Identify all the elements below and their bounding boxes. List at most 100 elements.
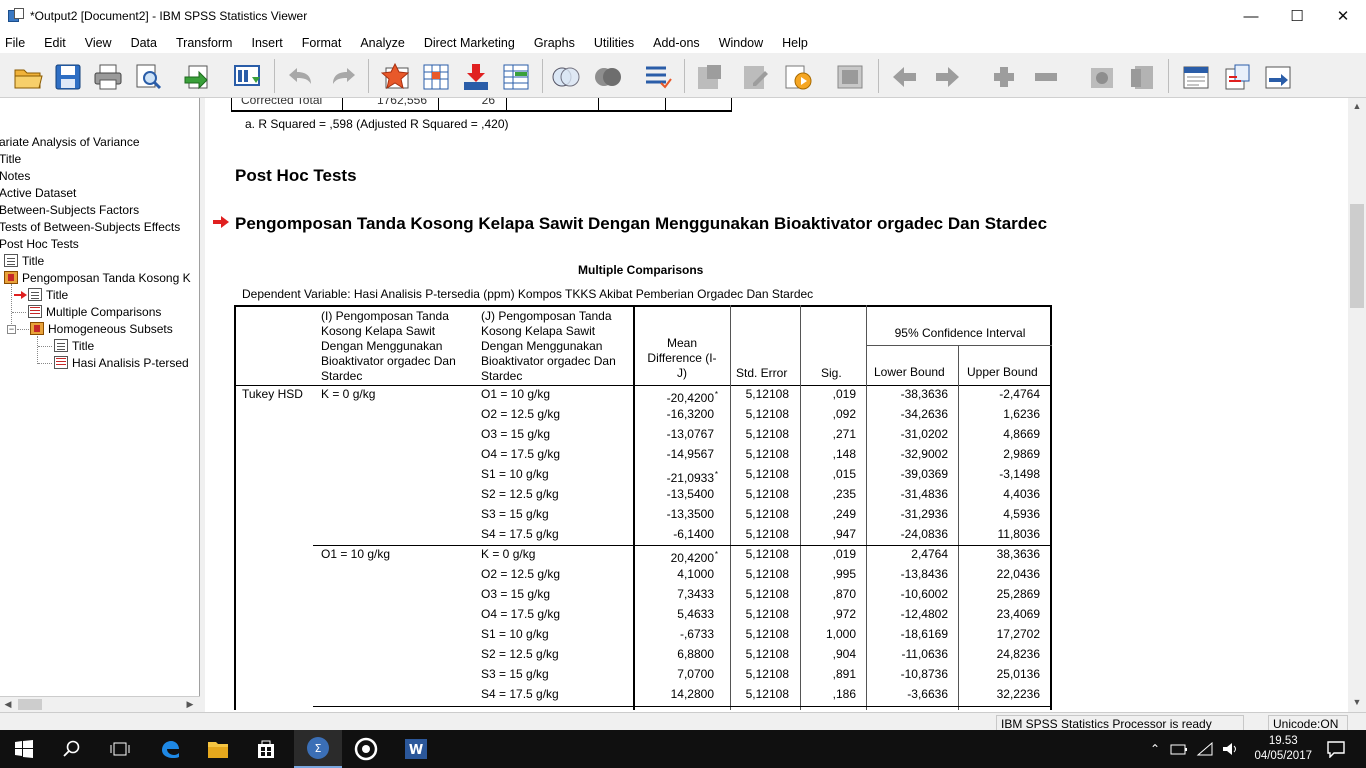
recall-dialog-icon[interactable] <box>232 61 264 93</box>
menu-file[interactable]: File <box>0 36 25 50</box>
title-bar: *Output2 [Document2] - IBM SPSS Statisti… <box>0 0 1366 32</box>
output-vertical-scrollbar[interactable]: ▲ ▼ <box>1348 98 1366 712</box>
store-taskbar-button[interactable] <box>242 730 290 768</box>
outline-item-active-dataset[interactable]: Active Dataset <box>0 185 76 202</box>
print-preview-icon[interactable] <box>132 61 164 93</box>
start-button[interactable] <box>0 730 48 768</box>
undo-icon[interactable] <box>284 61 316 93</box>
collapse-toggle[interactable]: − <box>7 325 16 334</box>
outline-item-multiple-comparisons[interactable]: Multiple Comparisons <box>28 304 161 321</box>
cell-j: O2 = 12.5 g/kg <box>481 567 561 581</box>
edge-taskbar-button[interactable] <box>146 730 194 768</box>
cell-sig: ,870 <box>832 587 856 601</box>
outline-item-hasi-analisis[interactable]: Hasi Analisis P-tersed <box>54 355 189 372</box>
menu-window[interactable]: Window <box>714 36 763 50</box>
minimize-button[interactable]: — <box>1228 0 1274 32</box>
menu-utilities[interactable]: Utilities <box>589 36 634 50</box>
menu-add-ons[interactable]: Add-ons <box>648 36 700 50</box>
cell-lo: -38,3636 <box>900 387 948 401</box>
value-labels-icon[interactable] <box>642 61 674 93</box>
menu-direct-marketing[interactable]: Direct Marketing <box>419 36 515 50</box>
scroll-up-arrow-icon[interactable]: ▲ <box>1348 98 1366 114</box>
outline-item-pengomposan[interactable]: Pengomposan Tanda Kosong K <box>4 270 191 287</box>
cell-mean: 7,3433 <box>677 587 714 601</box>
run-script-icon[interactable] <box>782 61 814 93</box>
wifi-icon[interactable] <box>1196 742 1214 756</box>
cell-mean: -13,5400 <box>666 487 714 501</box>
cell-j: K = 0 g/kg <box>481 547 536 561</box>
clock[interactable]: 19.53 04/05/2017 <box>1254 734 1312 764</box>
menu-analyze[interactable]: Analyze <box>355 36 404 50</box>
scroll-right-arrow-icon[interactable]: ▶ <box>182 697 198 712</box>
search-button[interactable] <box>48 730 96 768</box>
section-heading: Pengomposan Tanda Kosong Kelapa Sawit De… <box>235 214 1048 233</box>
word-taskbar-button[interactable]: W <box>392 730 440 768</box>
menu-view[interactable]: View <box>80 36 112 50</box>
cell-mean: -21,0933* <box>636 467 718 486</box>
volume-icon[interactable] <box>1222 742 1238 756</box>
scroll-thumb[interactable] <box>1350 204 1364 308</box>
show-all-icon[interactable] <box>834 61 866 93</box>
insert-title-icon[interactable] <box>1222 61 1254 93</box>
goto-data-icon[interactable] <box>380 61 412 93</box>
outline-item-between-subjects-factors[interactable]: Between-Subjects Factors <box>0 202 139 219</box>
select-cases-icon[interactable] <box>550 61 582 93</box>
file-explorer-taskbar-button[interactable] <box>194 730 242 768</box>
weight-cases-icon[interactable] <box>592 61 624 93</box>
cell-mean: -13,3500 <box>666 507 714 521</box>
menu-edit[interactable]: Edit <box>39 36 66 50</box>
goto-case-icon[interactable] <box>420 61 452 93</box>
significance-marker: * <box>714 470 718 479</box>
promote-icon[interactable] <box>888 61 920 93</box>
spss-taskbar-button[interactable]: Σ <box>294 730 342 768</box>
print-icon[interactable] <box>92 61 124 93</box>
task-view-button[interactable] <box>96 730 144 768</box>
maximize-button[interactable]: ☐ <box>1274 0 1320 32</box>
scroll-down-arrow-icon[interactable]: ▼ <box>1348 694 1366 710</box>
battery-icon[interactable] <box>1170 742 1188 756</box>
open-folder-icon[interactable] <box>12 61 44 93</box>
outline-horizontal-scrollbar[interactable]: ◀ ▶ <box>0 696 200 712</box>
outline-item-post-hoc-tests[interactable]: Post Hoc Tests <box>0 236 79 253</box>
outline-item-tests-between-subjects[interactable]: Tests of Between-Subjects Effects <box>0 219 180 236</box>
insert-text-icon[interactable] <box>1262 61 1294 93</box>
menu-transform[interactable]: Transform <box>171 36 233 50</box>
action-center-button[interactable] <box>1312 730 1360 768</box>
outline-item-title-4[interactable]: Title <box>54 338 94 355</box>
hide-icon[interactable] <box>1128 61 1160 93</box>
menu-help[interactable]: Help <box>777 36 808 50</box>
show-icon[interactable] <box>1086 61 1118 93</box>
outline-item-title-3[interactable]: Title <box>14 287 68 304</box>
scroll-left-arrow-icon[interactable]: ◀ <box>0 697 16 712</box>
save-icon[interactable] <box>52 61 84 93</box>
cell-sig: ,249 <box>832 507 856 521</box>
demote-icon[interactable] <box>932 61 964 93</box>
outline-item-title[interactable]: Title <box>0 151 21 168</box>
media-taskbar-button[interactable] <box>342 730 390 768</box>
show-hidden-icons-icon[interactable]: ⌃ <box>1150 742 1160 756</box>
outline-item-univariate[interactable]: ariate Analysis of Variance <box>0 134 140 151</box>
export-icon[interactable] <box>182 61 214 93</box>
cell-lo: -10,8736 <box>900 667 948 681</box>
multiple-comparisons-table[interactable]: (I) Pengomposan Tanda Kosong Kelapa Sawit… <box>234 305 1052 710</box>
insert-heading-icon[interactable] <box>1180 61 1212 93</box>
close-button[interactable]: ✕ <box>1320 0 1366 32</box>
collapse-icon[interactable] <box>1030 61 1062 93</box>
redo-icon[interactable] <box>328 61 360 93</box>
designate-window-icon[interactable] <box>694 61 726 93</box>
expand-icon[interactable] <box>988 61 1020 93</box>
menu-insert[interactable]: Insert <box>246 36 282 50</box>
outline-item-notes[interactable]: Notes <box>0 168 30 185</box>
cell-hi: 4,4036 <box>1003 487 1040 501</box>
insert-cases-icon[interactable] <box>460 61 492 93</box>
variables-icon[interactable] <box>500 61 532 93</box>
processor-status: IBM SPSS Statistics Processor is ready <box>996 715 1244 731</box>
scroll-thumb[interactable] <box>18 699 42 710</box>
menu-data[interactable]: Data <box>126 36 157 50</box>
outline-item-homogeneous-subsets[interactable]: Homogeneous Subsets <box>30 321 173 338</box>
menu-graphs[interactable]: Graphs <box>529 36 575 50</box>
menu-format[interactable]: Format <box>297 36 342 50</box>
outline-item-title-2[interactable]: Title <box>4 253 44 270</box>
edit-icon[interactable] <box>740 61 772 93</box>
cell-mean: 14,2800 <box>670 687 714 701</box>
